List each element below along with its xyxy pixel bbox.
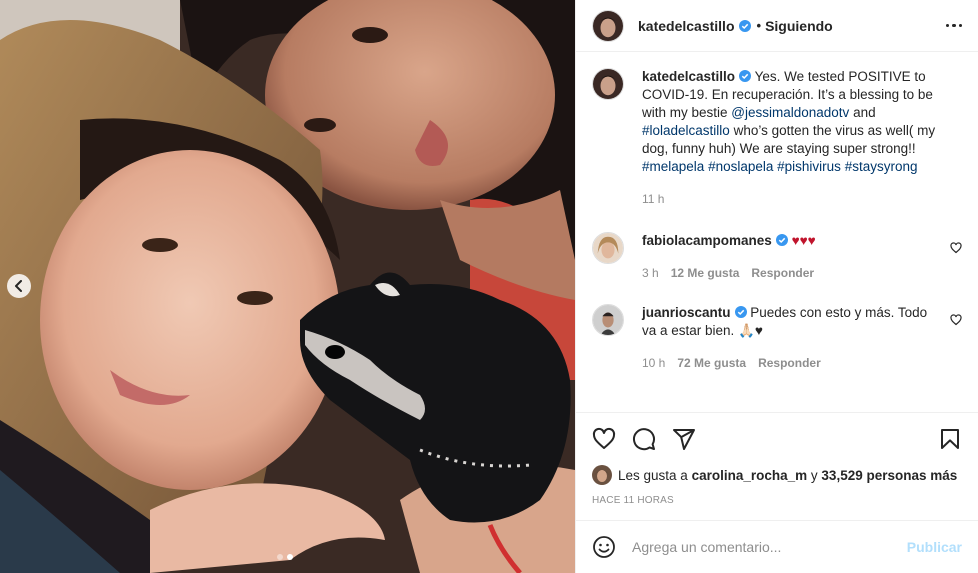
comment-time[interactable]: 3 h (642, 264, 659, 282)
comment-body: juanrioscantu Puedes con esto y más. Tod… (642, 304, 962, 372)
comment-item: juanrioscantu Puedes con esto y más. Tod… (592, 304, 962, 372)
add-comment-bar: Publicar (576, 520, 978, 573)
chevron-left-icon (15, 280, 22, 292)
caption-username[interactable]: katedelcastillo (642, 69, 735, 84)
comment-text: ♥♥♥ (791, 233, 816, 248)
comment-likes[interactable]: 12 Me gusta (671, 264, 740, 282)
hashtag-link[interactable]: #staysyrong (845, 159, 918, 174)
header-separator: • (756, 18, 762, 33)
likes-count[interactable]: 33,529 personas más (821, 468, 957, 483)
comment-time[interactable]: 10 h (642, 354, 665, 372)
reply-button[interactable]: Responder (751, 264, 814, 282)
heart-icon[interactable] (950, 242, 962, 254)
liker-avatar[interactable] (592, 465, 612, 485)
previous-slide-button[interactable] (7, 274, 31, 298)
caption-body: katedelcastillo Yes. We tested POSITIVE … (642, 68, 962, 208)
caption-text: and (853, 105, 876, 120)
likes-summary: Les gusta a carolina_rocha_m y 33,529 pe… (592, 465, 962, 485)
carousel-dot (277, 554, 283, 560)
action-bar (592, 425, 962, 453)
save-button[interactable] (938, 427, 962, 451)
likes-prefix: Les gusta a (618, 467, 688, 483)
hashtag-link[interactable]: #pishivirus (777, 159, 841, 174)
post-photo (0, 0, 575, 573)
share-button[interactable] (672, 427, 696, 451)
commenter-avatar[interactable] (592, 304, 624, 336)
verified-badge-icon (775, 234, 788, 246)
verified-badge-icon (738, 19, 751, 32)
comment-icon (633, 428, 655, 451)
like-button[interactable] (592, 427, 616, 451)
carousel-dot-active (287, 554, 293, 560)
reply-button[interactable]: Responder (758, 354, 821, 372)
comment-likes[interactable]: 72 Me gusta (677, 354, 746, 372)
likes-conj: y (810, 467, 818, 483)
comment-button[interactable] (632, 427, 656, 451)
post-timestamp[interactable]: HACE 11 HORAS (592, 495, 962, 506)
author-username[interactable]: katedelcastillo (638, 18, 735, 34)
caption-meta: 11 h (642, 190, 942, 208)
following-status[interactable]: Siguiendo (765, 18, 833, 34)
liker-username[interactable]: carolina_rocha_m (692, 468, 808, 483)
commenter-username[interactable]: juanrioscantu (642, 305, 731, 320)
commenter-username[interactable]: fabiolacampomanes (642, 233, 772, 248)
post-caption: katedelcastillo Yes. We tested POSITIVE … (592, 68, 962, 208)
more-options-icon[interactable] (945, 23, 962, 28)
share-icon (673, 429, 695, 450)
carousel-indicator (277, 554, 293, 560)
author-avatar[interactable] (592, 68, 624, 100)
comment-meta: 10 h 72 Me gusta Responder (642, 354, 942, 372)
emoji-button[interactable] (592, 535, 616, 559)
emoji-icon (593, 536, 615, 558)
verified-badge-icon (734, 306, 747, 318)
hashtag-link[interactable]: #loladelcastillo (642, 123, 730, 138)
mention-link[interactable]: @jessimaldonadotv (731, 105, 849, 120)
commenter-avatar[interactable] (592, 232, 624, 264)
author-avatar[interactable] (592, 9, 624, 42)
heart-icon (592, 427, 616, 449)
comment-meta: 3 h 12 Me gusta Responder (642, 264, 942, 282)
post-details-panel: katedelcastillo • Siguiendo katedelcasti… (575, 0, 978, 573)
post-header: katedelcastillo • Siguiendo (576, 0, 978, 52)
hashtag-link[interactable]: #noslapela (708, 159, 773, 174)
instagram-post: katedelcastillo • Siguiendo katedelcasti… (0, 0, 978, 573)
comment-item: fabiolacampomanes ♥♥♥ 3 h 12 Me gusta Re… (592, 232, 962, 282)
comment-input[interactable] (632, 539, 897, 555)
hashtag-link[interactable]: #melapela (642, 159, 704, 174)
caption-time[interactable]: 11 h (642, 190, 664, 208)
bookmark-icon (941, 429, 959, 449)
verified-badge-icon (739, 70, 752, 82)
post-actions-section: Les gusta a carolina_rocha_m y 33,529 pe… (576, 412, 978, 520)
publish-button[interactable]: Publicar (907, 539, 962, 555)
heart-icon[interactable] (950, 314, 962, 326)
comment-body: fabiolacampomanes ♥♥♥ 3 h 12 Me gusta Re… (642, 232, 962, 282)
comments-section: katedelcastillo Yes. We tested POSITIVE … (576, 52, 978, 412)
post-media[interactable] (0, 0, 575, 573)
